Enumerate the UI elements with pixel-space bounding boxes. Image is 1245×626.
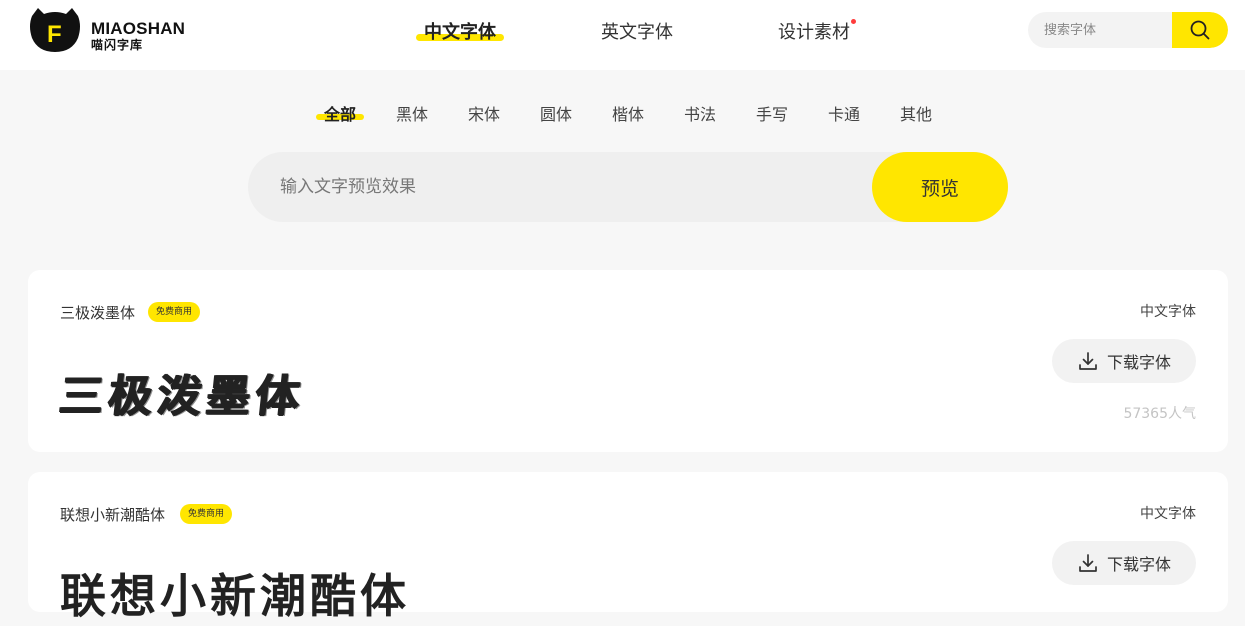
category-songti[interactable]: 宋体 [468, 101, 500, 125]
font-name[interactable]: 三极泼墨体 [60, 302, 135, 323]
category-all[interactable]: 全部 [324, 101, 356, 125]
font-type-label: 中文字体 [1140, 304, 1196, 320]
preview-button[interactable]: 预览 [872, 152, 1008, 222]
header-search [1028, 12, 1228, 48]
category-cartoon[interactable]: 卡通 [828, 101, 860, 125]
font-type-label: 中文字体 [1140, 506, 1196, 522]
download-icon [1079, 352, 1097, 370]
download-font-button[interactable]: 下载字体 [1052, 541, 1196, 585]
popularity-count: 57365人气 [1123, 406, 1196, 422]
category-heiti[interactable]: 黑体 [396, 101, 428, 125]
new-dot-badge [851, 19, 856, 24]
category-yuanti[interactable]: 圆体 [540, 101, 572, 125]
logo-letter: F [47, 21, 62, 48]
brand-name-cn: 喵闪字库 [91, 38, 144, 52]
category-kaiti[interactable]: 楷体 [612, 101, 644, 125]
category-handwriting[interactable]: 手写 [756, 101, 788, 125]
font-card[interactable]: 三极泼墨体 免费商用 中文字体 下载字体 57365人气 三极泼墨体 [28, 270, 1228, 452]
search-button[interactable] [1172, 12, 1228, 48]
font-sample-preview[interactable]: 三极泼墨体 [57, 360, 309, 424]
top-header: F MIAOSHAN 喵闪字库 中文字体 英文字体 设计素材 [0, 0, 1245, 70]
font-card[interactable]: 联想小新潮酷体 免费商用 中文字体 下载字体 联想小新潮酷体 [28, 472, 1228, 623]
download-label: 下载字体 [1106, 555, 1171, 574]
category-calligraphy[interactable]: 书法 [684, 101, 716, 125]
download-label: 下载字体 [1106, 353, 1171, 372]
font-name[interactable]: 联想小新潮酷体 [60, 504, 165, 525]
preview-bar: 预览 [248, 152, 1008, 222]
nav-chinese-fonts[interactable]: 中文字体 [424, 18, 496, 44]
font-sample-preview[interactable]: 联想小新潮酷体 [60, 560, 410, 626]
search-icon [1190, 20, 1210, 40]
cat-logo-icon: F [30, 8, 80, 52]
free-commercial-badge: 免费商用 [148, 302, 201, 322]
free-commercial-badge: 免费商用 [180, 504, 233, 524]
download-icon [1079, 554, 1097, 572]
category-other[interactable]: 其他 [900, 101, 932, 125]
search-input[interactable] [1028, 12, 1172, 48]
download-font-button[interactable]: 下载字体 [1052, 339, 1196, 383]
preview-text-input[interactable] [248, 152, 868, 222]
nav-english-fonts[interactable]: 英文字体 [601, 18, 673, 44]
brand-logo[interactable]: F MIAOSHAN 喵闪字库 [28, 6, 198, 56]
nav-design-assets[interactable]: 设计素材 [778, 18, 850, 44]
